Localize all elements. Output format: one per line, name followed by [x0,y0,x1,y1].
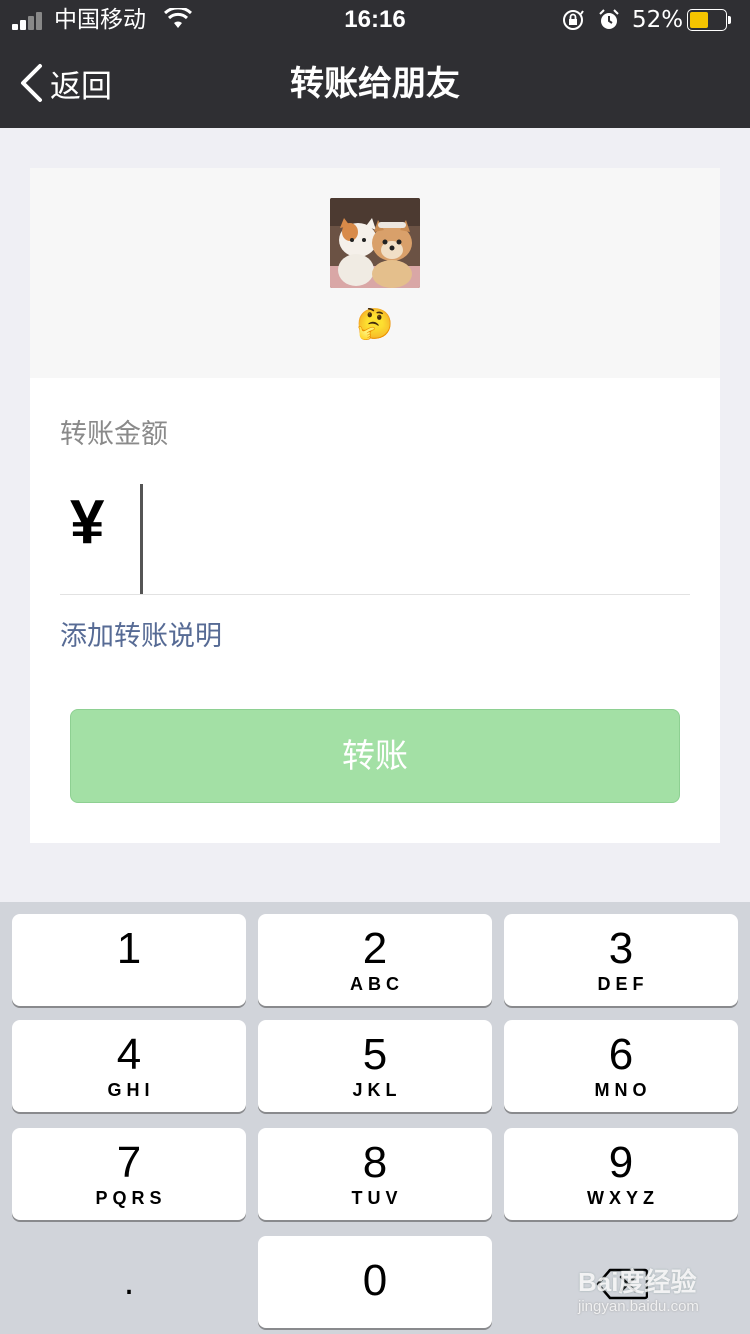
status-bar: 中国移动 16:16 52% [0,0,750,40]
amount-input[interactable] [140,484,694,596]
key-1[interactable]: 1 [12,914,246,1006]
key-letters: GHI [107,1080,155,1100]
transfer-card: 🤔 转账金额 ¥ 添加转账说明 转账 [30,168,720,843]
key-letters: JKL [352,1080,402,1100]
key-9[interactable]: 9 WXYZ [504,1128,738,1220]
amount-divider [60,594,690,595]
key-digit: 4 [116,1030,142,1079]
key-digit: 3 [608,924,634,973]
key-digit: 1 [116,924,142,973]
watermark-main: Bai度经验 [578,1267,697,1297]
orientation-lock-icon [563,10,584,30]
add-note-link[interactable]: 添加转账说明 [60,614,222,653]
top-bar: 中国移动 16:16 52% 返回 转账给朋友 [0,0,750,128]
key-letters: MNO [594,1080,652,1100]
currency-symbol: ¥ [70,488,105,557]
watermark-url: jingyan.baidu.com [578,1298,699,1315]
alarm-icon [599,9,619,29]
key-digit: 6 [608,1030,634,1079]
key-digit: 2 [362,924,388,973]
key-letters: PQRS [95,1188,167,1208]
key-digit: 0 [362,1256,388,1305]
key-0[interactable]: 0 [258,1236,492,1328]
key-5[interactable]: 5 JKL [258,1020,492,1112]
key-3[interactable]: 3 DEF [504,914,738,1006]
battery-percentage: 52% [632,7,684,33]
key-digit: 7 [116,1138,142,1187]
recipient-nickname-emoji: 🤔 [356,307,394,342]
battery-icon [687,9,731,31]
key-letters: DEF [597,974,649,994]
key-4[interactable]: 4 GHI [12,1020,246,1112]
key-2[interactable]: 2 ABC [258,914,492,1006]
recipient-section: 🤔 [30,168,720,378]
recipient-avatar [330,198,420,288]
page-title: 转账给朋友 [290,64,460,104]
amount-label: 转账金额 [60,419,168,450]
key-letters: ABC [350,974,404,994]
transfer-button[interactable]: 转账 [70,709,680,803]
key-decimal-point[interactable]: . [12,1238,246,1328]
text-cursor [140,484,143,594]
nav-bar: 返回 转账给朋友 [0,40,750,128]
key-letters: WXYZ [587,1188,659,1208]
key-digit: 5 [362,1030,388,1079]
key-6[interactable]: 6 MNO [504,1020,738,1112]
key-7[interactable]: 7 PQRS [12,1128,246,1220]
key-digit: 9 [608,1138,634,1187]
key-letters: TUV [351,1188,403,1208]
key-8[interactable]: 8 TUV [258,1128,492,1220]
watermark-logo: Bai度经验 jingyan.baidu.com [578,1262,718,1322]
key-digit: 8 [362,1138,388,1187]
